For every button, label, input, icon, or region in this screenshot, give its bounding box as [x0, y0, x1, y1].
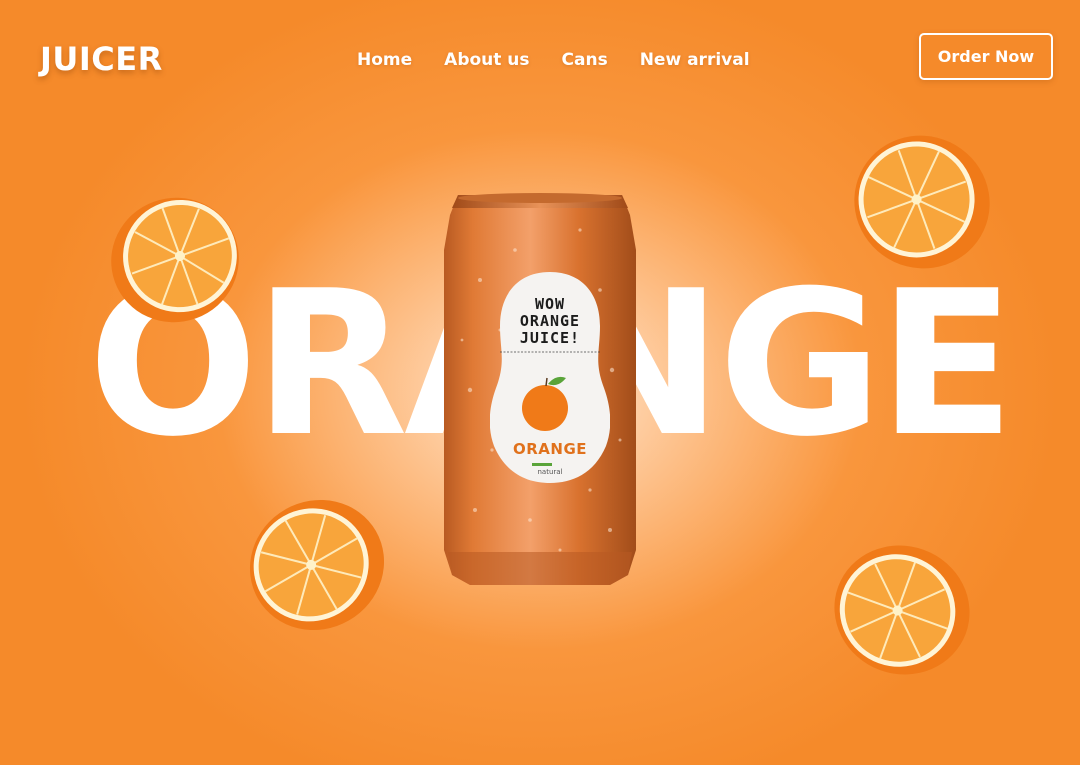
nav-cans[interactable]: Cans	[562, 50, 608, 70]
label-line-3: JUICE!	[519, 329, 581, 347]
orange-slice-bottom-left	[249, 499, 385, 631]
nav-new-arrival[interactable]: New arrival	[640, 50, 750, 70]
nav-home[interactable]: Home	[357, 50, 412, 70]
label-line-2: ORANGE	[519, 312, 581, 330]
brand-logo[interactable]: JUICER	[40, 40, 163, 78]
orange-slice-top-right	[854, 135, 990, 269]
main-nav: Home About us Cans New arrival	[357, 50, 750, 70]
label-line-1: WOW	[534, 295, 566, 313]
orange-slice-bottom-right	[834, 545, 970, 675]
nav-about-us[interactable]: About us	[444, 50, 529, 70]
can-label: WOW ORANGE JUICE! ORANGE natural	[490, 270, 610, 485]
landing-page: JUICER Home About us Cans New arrival Or…	[0, 0, 1080, 765]
orange-slice-top-left	[111, 197, 239, 323]
label-note: natural	[537, 468, 563, 476]
order-now-button[interactable]: Order Now	[919, 33, 1053, 80]
label-product-name: ORANGE	[512, 440, 588, 458]
